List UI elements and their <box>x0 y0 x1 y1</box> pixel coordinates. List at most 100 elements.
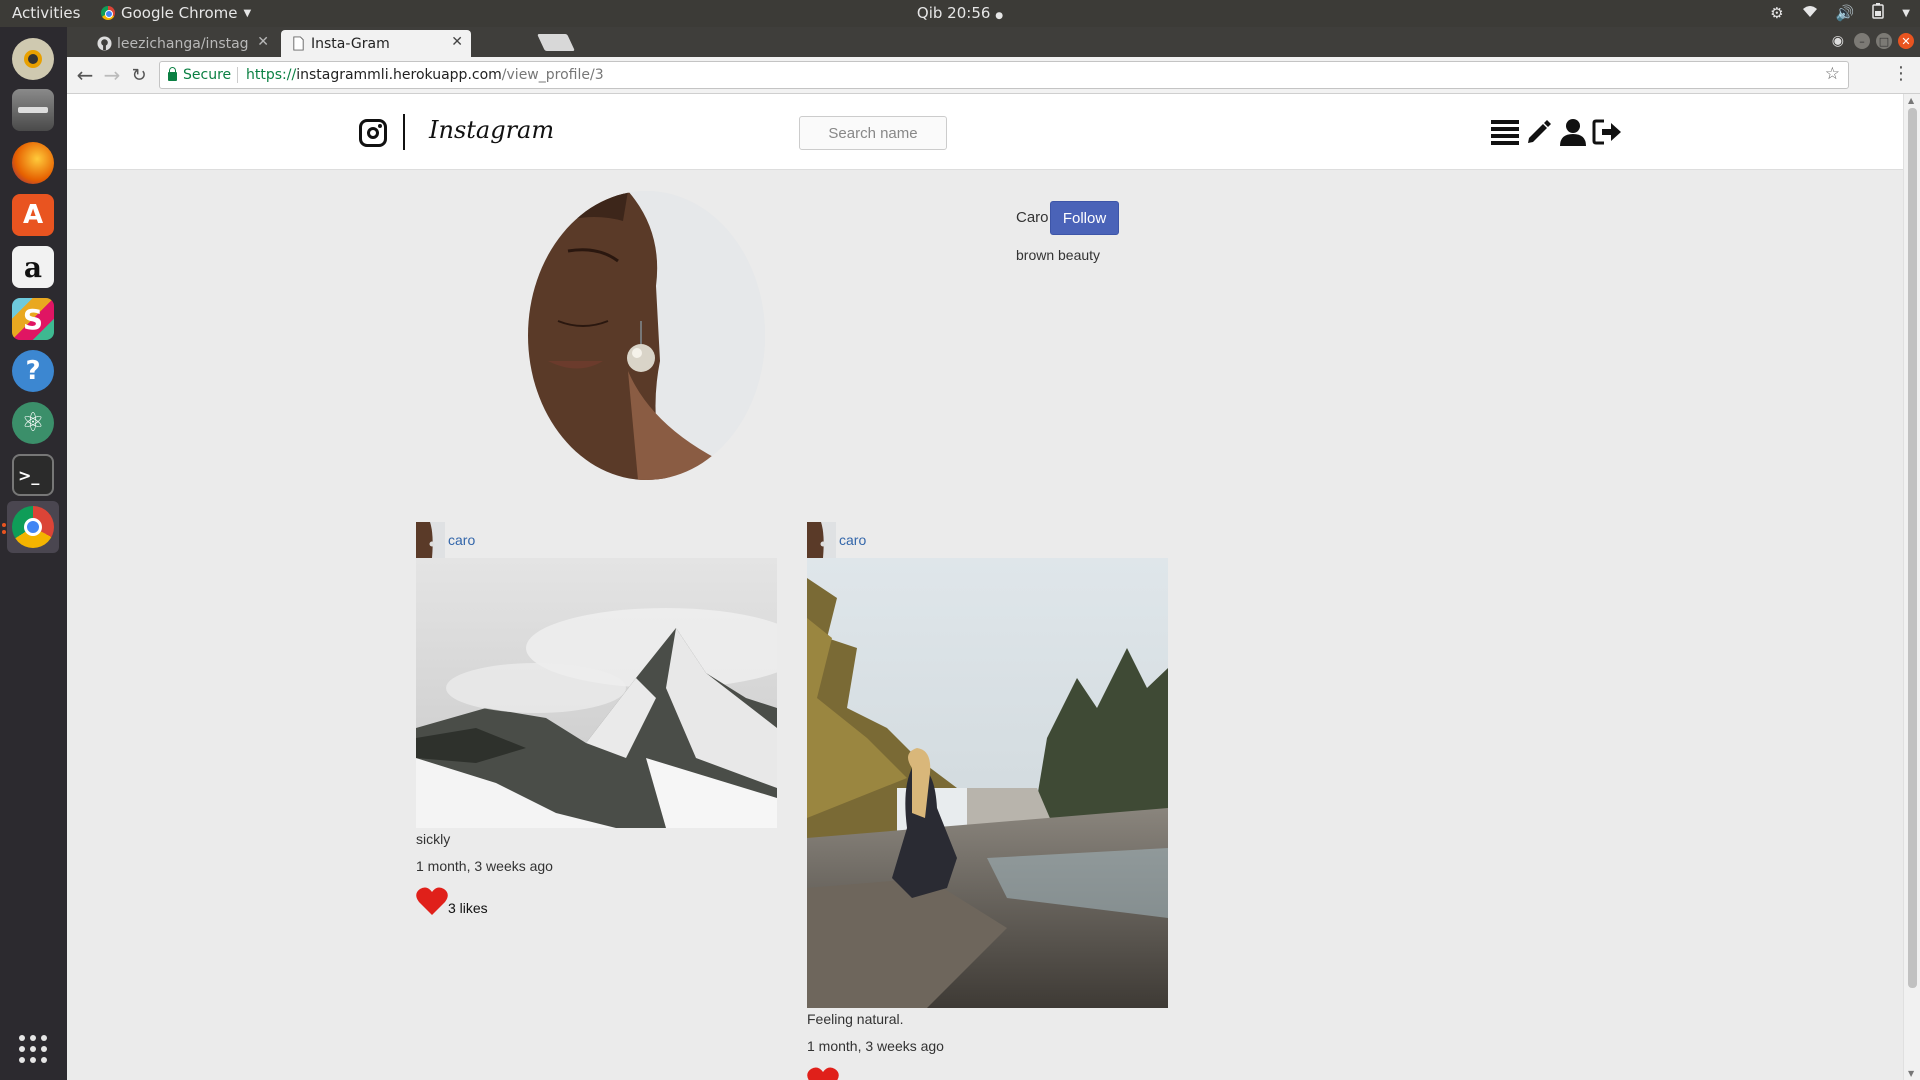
software-center-icon: A <box>12 194 54 236</box>
launcher-software[interactable]: A <box>7 189 59 241</box>
chrome-icon <box>12 506 54 548</box>
site-navbar: Instagram <box>67 94 1903 170</box>
running-indicator <box>2 530 6 534</box>
post-card: caro sickly 1 month, 3 weeks ago 3 likes <box>416 522 777 916</box>
post-user-avatar[interactable] <box>807 522 836 558</box>
secure-label: Secure <box>183 67 232 83</box>
launcher-rhythmbox[interactable] <box>7 33 59 85</box>
os-top-bar: Activities Google Chrome ▼ Qib 20:56 ● ⚙… <box>0 0 1920 27</box>
launcher-files[interactable] <box>7 84 59 136</box>
post-header: caro <box>807 522 1168 558</box>
post-image[interactable] <box>807 558 1168 1008</box>
launcher-atom[interactable]: ⚛ <box>7 397 59 449</box>
post-timestamp: 1 month, 3 weeks ago <box>807 1038 944 1054</box>
tab-strip: leezichanga/instag ✕ Insta-Gram ✕ ◉ – □ … <box>67 27 1920 57</box>
app-menu[interactable]: Google Chrome ▼ <box>101 4 251 22</box>
reload-icon[interactable]: ↻ <box>127 63 151 87</box>
tab-close-icon[interactable]: ✕ <box>257 34 269 50</box>
profile-avatar <box>528 191 765 480</box>
tab-insta-gram[interactable]: Insta-Gram ✕ <box>281 30 471 57</box>
likes-count: 3 likes <box>448 900 488 916</box>
firefox-icon <box>12 142 54 184</box>
address-bar[interactable]: Secure https://instagrammli.herokuapp.co… <box>159 61 1849 89</box>
list-icon[interactable] <box>1490 116 1520 148</box>
url-host: instagrammli.herokuapp.com <box>296 67 502 83</box>
scrollbar-thumb[interactable] <box>1908 108 1917 988</box>
running-indicator <box>2 523 6 527</box>
settings-gear-icon[interactable]: ⚙ <box>1770 4 1783 22</box>
url-protocol: https:// <box>246 67 297 83</box>
tab-close-icon[interactable]: ✕ <box>451 34 463 50</box>
forward-arrow-icon[interactable]: → <box>100 63 124 87</box>
tab-github[interactable]: leezichanga/instag ✕ <box>87 30 277 57</box>
secure-indicator[interactable]: Secure <box>168 66 232 83</box>
pencil-icon[interactable] <box>1524 116 1554 148</box>
post-likes: 3 likes <box>416 884 777 916</box>
notification-dot-icon: ● <box>995 11 1004 21</box>
divider <box>237 67 238 83</box>
post-caption: Feeling natural. <box>807 1011 904 1027</box>
page-viewport: Instagram Search name Caro Follow brown … <box>67 94 1903 1080</box>
browser-toolbar: ← → ↻ Secure https://instagrammli.heroku… <box>67 57 1920 94</box>
scroll-up-arrow-icon[interactable]: ▲ <box>1908 96 1914 105</box>
page-scrollbar[interactable]: ▲ ▼ <box>1903 94 1920 1080</box>
lock-icon <box>168 66 177 81</box>
amazon-icon: a <box>12 246 54 288</box>
launcher-slack[interactable]: S <box>7 293 59 345</box>
post-username-link[interactable]: caro <box>448 532 475 548</box>
files-icon <box>12 89 54 131</box>
dropdown-arrow-icon: ▼ <box>243 7 252 19</box>
maximize-icon[interactable]: □ <box>1876 33 1892 49</box>
url-text[interactable]: https://instagrammli.herokuapp.com/view_… <box>246 67 604 83</box>
launcher: A a S ? ⚛ >_ <box>0 27 67 1080</box>
heart-icon[interactable] <box>807 1066 839 1080</box>
post-username-link[interactable]: caro <box>839 532 866 548</box>
brand-name[interactable]: Instagram <box>429 116 554 144</box>
clock[interactable]: Qib 20:56 <box>917 4 991 22</box>
close-icon[interactable]: ✕ <box>1898 33 1914 49</box>
brand-divider <box>403 114 405 150</box>
scroll-down-arrow-icon[interactable]: ▼ <box>1908 1069 1914 1078</box>
post-user-avatar[interactable] <box>416 522 445 558</box>
user-icon[interactable] <box>1558 116 1588 148</box>
post-caption: sickly <box>416 831 451 847</box>
profile-username: Caro <box>1016 209 1049 226</box>
wifi-icon[interactable] <box>1802 4 1818 22</box>
bookmark-star-icon[interactable]: ☆ <box>1825 64 1840 84</box>
app-grid-icon <box>19 1035 47 1063</box>
post-card: caro Feeling natural. 1 month, 3 weeks a… <box>807 522 1168 1080</box>
battery-icon[interactable] <box>1872 3 1885 23</box>
minimize-icon[interactable]: – <box>1854 33 1870 49</box>
heart-icon[interactable] <box>416 886 448 916</box>
app-menu-label: Google Chrome <box>121 4 238 22</box>
rhythmbox-icon <box>12 38 54 80</box>
page-icon <box>293 36 304 51</box>
back-arrow-icon[interactable]: ← <box>73 63 97 87</box>
post-header: caro <box>416 522 777 558</box>
help-icon: ? <box>12 350 54 392</box>
github-icon <box>97 36 112 51</box>
logout-icon[interactable] <box>1592 116 1622 148</box>
terminal-icon: >_ <box>12 454 54 496</box>
new-tab-button[interactable] <box>537 34 575 51</box>
atom-icon: ⚛ <box>12 402 54 444</box>
search-input[interactable] <box>799 116 947 150</box>
post-likes <box>807 1064 1168 1080</box>
tab-title: leezichanga/instag <box>117 35 249 52</box>
activities-button[interactable]: Activities <box>12 4 80 22</box>
instagram-camera-icon[interactable] <box>359 119 387 147</box>
launcher-terminal[interactable]: >_ <box>7 449 59 501</box>
url-path: /view_profile/3 <box>501 67 604 83</box>
post-image[interactable] <box>416 558 777 828</box>
post-timestamp: 1 month, 3 weeks ago <box>416 858 553 874</box>
profile-icon[interactable]: ◉ <box>1832 33 1844 49</box>
menu-kebab-icon[interactable]: ⋮ <box>1892 65 1910 83</box>
launcher-chrome[interactable] <box>7 501 59 553</box>
launcher-amazon[interactable]: a <box>7 241 59 293</box>
launcher-firefox[interactable] <box>7 137 59 189</box>
system-menu-arrow-icon[interactable]: ▼ <box>1902 8 1910 19</box>
follow-button[interactable]: Follow <box>1050 201 1119 235</box>
volume-icon[interactable]: 🔊 <box>1836 4 1855 22</box>
launcher-help[interactable]: ? <box>7 345 59 397</box>
launcher-show-apps[interactable] <box>7 1023 59 1075</box>
